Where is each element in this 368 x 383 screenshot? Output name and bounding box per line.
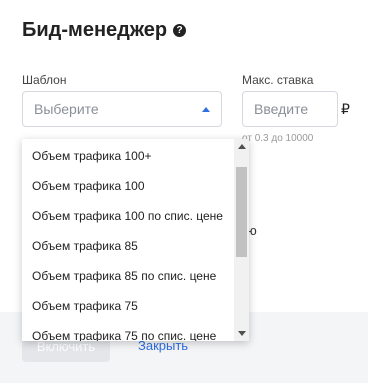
max-bid-input[interactable]: Введите (242, 91, 338, 127)
template-select[interactable]: Выберите (22, 91, 222, 127)
title-row: Бид-менеджер ? (22, 19, 187, 42)
max-bid-hint: от 0.3 до 10000 (242, 133, 314, 144)
scroll-up-arrow-icon[interactable] (238, 144, 246, 149)
template-option[interactable]: Объем трафика 85 по спис. цене (22, 261, 234, 291)
page-title: Бид-менеджер (22, 19, 168, 41)
template-option-list: Объем трафика 100+ Объем трафика 100 Объ… (22, 141, 234, 341)
scroll-down-arrow-icon[interactable] (238, 331, 246, 336)
template-label: Шаблон (22, 73, 67, 87)
template-option[interactable]: Объем трафика 75 по спис. цене (22, 321, 234, 341)
template-option[interactable]: Объем трафика 100 по спис. цене (22, 201, 234, 231)
dropdown-scrollbar[interactable] (234, 139, 249, 341)
template-option[interactable]: Объем трафика 100+ (22, 141, 234, 171)
currency-symbol: ₽ (341, 101, 350, 117)
max-bid-placeholder: Введите (254, 101, 309, 117)
max-bid-label: Макс. ставка (242, 73, 314, 87)
chevron-up-icon (202, 107, 210, 112)
template-option[interactable]: Объем трафика 85 (22, 231, 234, 261)
template-dropdown: Объем трафика 100+ Объем трафика 100 Объ… (22, 139, 249, 341)
template-select-value: Выберите (34, 101, 99, 117)
template-option[interactable]: Объем трафика 100 (22, 171, 234, 201)
help-icon[interactable]: ? (173, 24, 187, 37)
scrollbar-thumb[interactable] (236, 167, 247, 257)
template-option[interactable]: Объем трафика 75 (22, 291, 234, 321)
